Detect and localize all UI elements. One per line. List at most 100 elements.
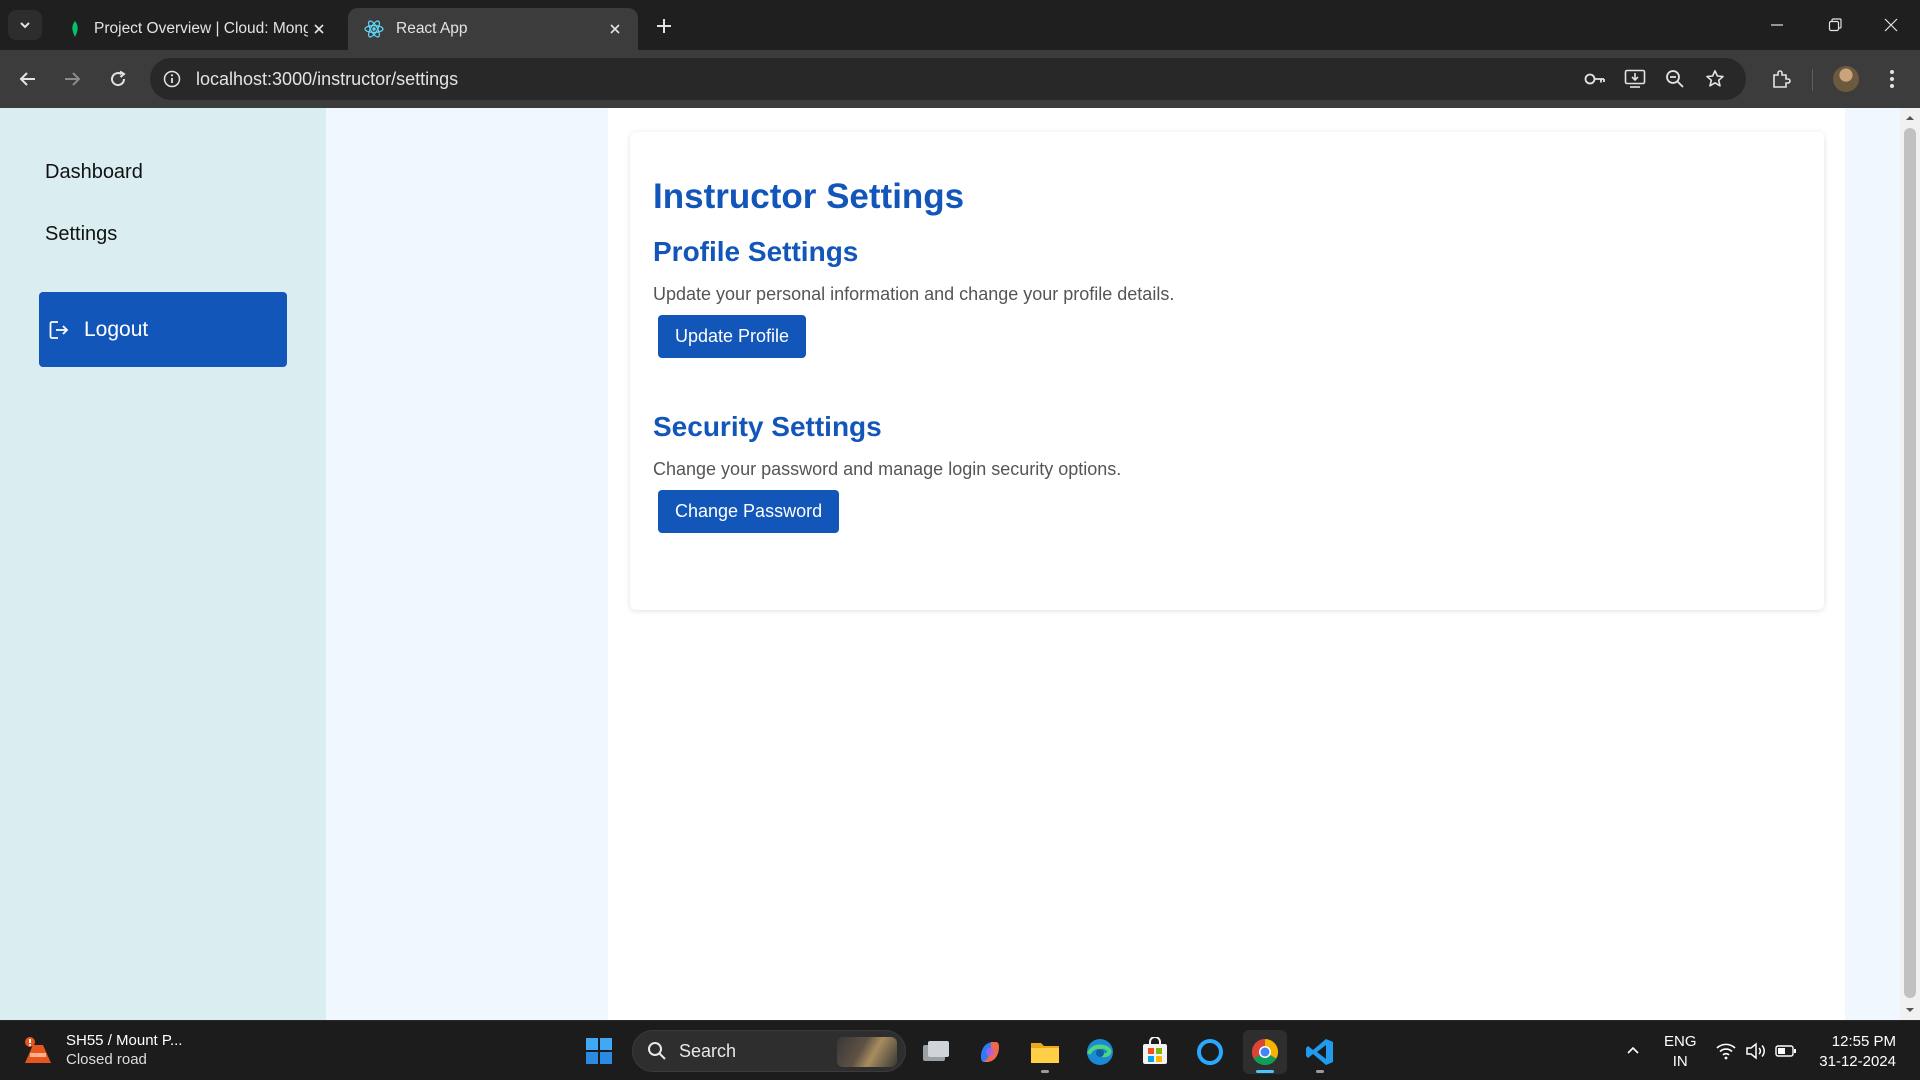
minimize-icon <box>1770 18 1784 32</box>
forward-button[interactable] <box>56 63 88 95</box>
chevron-down-icon <box>18 18 32 32</box>
bookmark-star-icon[interactable] <box>1702 67 1728 91</box>
restore-icon <box>1828 18 1842 32</box>
clock-date: 31-12-2024 <box>1819 1053 1896 1070</box>
change-password-button[interactable]: Change Password <box>658 490 840 533</box>
logout-label: Logout <box>84 317 149 341</box>
close-icon[interactable] <box>308 18 330 40</box>
mongodb-leaf-icon <box>68 20 82 38</box>
reload-icon <box>109 70 127 88</box>
chrome-app[interactable] <box>1243 1030 1287 1074</box>
password-key-icon[interactable] <box>1582 67 1608 91</box>
volume-icon[interactable] <box>1744 1039 1768 1063</box>
settings-card: Instructor Settings Profile Settings Upd… <box>630 132 1824 610</box>
browser-tab-strip: Project Overview | Cloud: Mong React App <box>0 0 1920 50</box>
content-gutter-left <box>326 108 608 1020</box>
microsoft-store-app[interactable] <box>1133 1030 1177 1074</box>
close-window-button[interactable] <box>1862 0 1920 50</box>
language-indicator[interactable]: ENG IN <box>1664 1032 1697 1072</box>
taskbar-search[interactable]: Search <box>632 1030 906 1072</box>
logout-button[interactable]: Logout <box>39 292 287 367</box>
search-highlight-image <box>837 1037 897 1067</box>
copilot-icon <box>975 1037 1005 1067</box>
logout-icon <box>46 317 72 343</box>
restore-button[interactable] <box>1806 0 1864 50</box>
close-icon <box>1884 18 1898 32</box>
cortana-ring-icon <box>1195 1037 1225 1067</box>
start-button[interactable] <box>580 1033 618 1069</box>
page-title: Instructor Settings <box>653 177 965 216</box>
language-code: ENG <box>1664 1033 1697 1050</box>
extensions-button[interactable] <box>1765 63 1797 95</box>
running-indicator <box>1041 1070 1049 1073</box>
task-view-app[interactable] <box>914 1030 958 1074</box>
file-explorer-app[interactable] <box>1023 1030 1067 1074</box>
new-tab-button[interactable] <box>650 12 678 40</box>
tab-mongodb[interactable]: Project Overview | Cloud: Mong <box>52 8 342 50</box>
weather-widget[interactable]: SH55 / Mount P... Closed road <box>20 1031 182 1068</box>
avatar <box>1833 66 1859 92</box>
wifi-icon[interactable] <box>1714 1039 1738 1063</box>
browser-menu-button[interactable] <box>1876 63 1908 95</box>
active-indicator <box>1256 1070 1274 1073</box>
show-hidden-icons-button[interactable] <box>1621 1039 1645 1063</box>
arrow-left-icon <box>19 70 37 88</box>
task-view-icon <box>921 1039 951 1065</box>
scrollbar-thumb[interactable] <box>1904 128 1916 998</box>
tab-title: React App <box>396 20 468 37</box>
reload-button[interactable] <box>102 63 134 95</box>
folder-icon <box>1029 1038 1061 1066</box>
content-gutter-right <box>1845 108 1900 1020</box>
weather-subtitle: Closed road <box>66 1051 147 1068</box>
site-info-icon[interactable] <box>160 67 184 91</box>
battery-icon[interactable] <box>1774 1039 1798 1063</box>
browser-toolbar: localhost:3000/instructor/settings <box>0 50 1920 108</box>
sidebar-item-dashboard[interactable]: Dashboard <box>45 161 143 184</box>
security-settings-heading: Security Settings <box>653 411 882 442</box>
system-clock[interactable]: 12:55 PM 31-12-2024 <box>1819 1032 1896 1072</box>
taskbar: SH55 / Mount P... Closed road Search ENG… <box>0 1020 1920 1080</box>
profile-settings-heading: Profile Settings <box>653 236 859 267</box>
plus-icon <box>656 18 672 34</box>
chrome-icon <box>1250 1037 1280 1067</box>
tab-title: Project Overview | Cloud: Mong <box>94 20 308 37</box>
profile-settings-description: Update your personal information and cha… <box>653 284 1175 304</box>
road-closed-icon <box>20 1032 56 1068</box>
profile-button[interactable] <box>1830 63 1862 95</box>
edge-icon <box>1085 1037 1115 1067</box>
search-label: Search <box>679 1040 737 1061</box>
more-vertical-icon <box>1889 69 1895 89</box>
security-settings-description: Change your password and manage login se… <box>653 459 1122 479</box>
puzzle-icon <box>1771 69 1791 89</box>
minimize-button[interactable] <box>1748 0 1806 50</box>
update-profile-button[interactable]: Update Profile <box>658 315 807 358</box>
edge-app[interactable] <box>1078 1030 1122 1074</box>
install-app-icon[interactable] <box>1622 67 1648 91</box>
sidebar-item-settings[interactable]: Settings <box>45 223 117 246</box>
cortana-app[interactable] <box>1188 1030 1232 1074</box>
arrow-right-icon <box>63 70 81 88</box>
windows-logo-icon <box>585 1037 613 1065</box>
zoom-icon[interactable] <box>1662 67 1688 91</box>
running-indicator <box>1316 1070 1324 1073</box>
vscode-app[interactable] <box>1298 1030 1342 1074</box>
clock-time: 12:55 PM <box>1831 1033 1896 1050</box>
copilot-app[interactable] <box>968 1030 1012 1074</box>
scroll-up-arrow-icon[interactable] <box>1905 113 1915 123</box>
weather-title: SH55 / Mount P... <box>66 1032 183 1049</box>
address-bar[interactable]: localhost:3000/instructor/settings <box>150 58 1746 100</box>
close-icon[interactable] <box>604 18 626 40</box>
page-scrollbar[interactable] <box>1900 108 1920 1020</box>
tab-search-button[interactable] <box>8 10 42 40</box>
chevron-up-icon <box>1626 1044 1640 1058</box>
sidebar: Dashboard Settings Logout <box>0 108 326 1020</box>
region-code: IN <box>1672 1053 1688 1070</box>
react-icon <box>364 20 384 38</box>
url-text[interactable]: localhost:3000/instructor/settings <box>196 69 458 90</box>
search-icon <box>645 1039 669 1063</box>
back-button[interactable] <box>12 63 44 95</box>
tab-react-app[interactable]: React App <box>348 8 638 50</box>
scroll-down-arrow-icon[interactable] <box>1905 1005 1915 1015</box>
vscode-icon <box>1305 1037 1335 1067</box>
toolbar-divider <box>1812 69 1813 91</box>
